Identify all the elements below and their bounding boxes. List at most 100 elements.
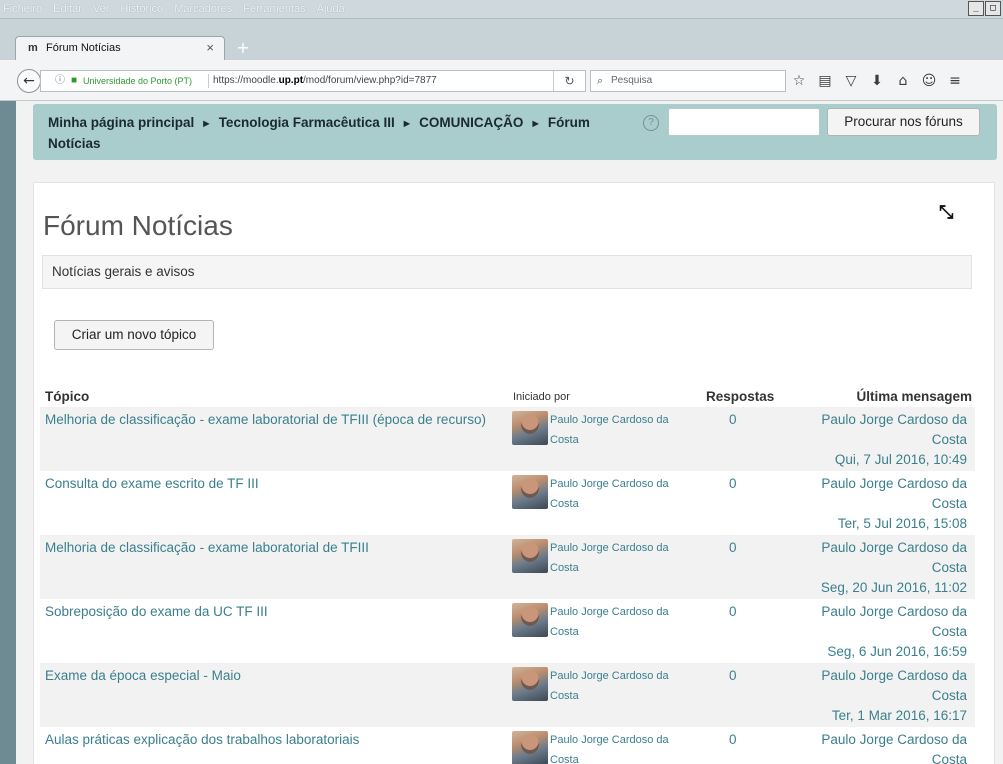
replies-count[interactable]: 0 — [729, 410, 737, 430]
hello-chat-icon[interactable]: ☺ — [916, 70, 942, 92]
topic-link[interactable]: Exame da época especial - Maio — [45, 666, 495, 686]
last-post-author-line2[interactable]: Costa — [932, 752, 967, 764]
breadcrumb-course[interactable]: Tecnologia Farmacêutica III — [219, 115, 395, 130]
avatar[interactable] — [512, 603, 548, 637]
breadcrumb-separator: ► — [401, 118, 413, 130]
author-link[interactable]: Paulo Jorge Cardoso da Costa — [550, 666, 690, 706]
maximize-icon[interactable]: □ — [985, 1, 1001, 16]
menu-ajuda[interactable]: Ajuda — [317, 3, 345, 15]
back-arrow-icon[interactable]: ← — [17, 69, 41, 93]
menu-ver[interactable]: Ver — [93, 3, 110, 15]
last-post-author-line1[interactable]: Paulo Jorge Cardoso da — [821, 668, 967, 683]
url-text[interactable]: https://moodle.up.pt/mod/forum/view.php?… — [213, 71, 437, 91]
table-row: Exame da época especial - Maio Paulo Jor… — [40, 663, 975, 727]
browser-search-field[interactable]: ⌕ Pesquisa — [590, 70, 786, 92]
menu-historico[interactable]: Histórico — [120, 3, 163, 15]
lock-icon: ■ — [71, 75, 78, 86]
table-row: Sobreposição do exame da UC TF III Paulo… — [40, 599, 975, 663]
last-post-author-line1[interactable]: Paulo Jorge Cardoso da — [821, 412, 967, 427]
replies-count[interactable]: 0 — [729, 730, 737, 750]
pocket-icon[interactable]: ▽ — [838, 70, 864, 92]
author-link[interactable]: Paulo Jorge Cardoso da Costa — [550, 538, 690, 578]
last-post: Paulo Jorge Cardoso da Costa Seg, 6 Jun 20… — [792, 602, 967, 662]
column-started-by: Iniciado por — [513, 391, 570, 403]
table-row: Aulas práticas explicação dos trabalhos … — [40, 727, 975, 764]
last-post-date[interactable]: Seg, 20 Jun 2016, 11:02 — [821, 580, 967, 595]
last-post-author-line2[interactable]: Costa — [932, 496, 967, 511]
page-content: Minha página principal ► Tecnologia Farm… — [16, 101, 1003, 764]
topic-link[interactable]: Melhoria de classificação - exame labora… — [45, 410, 495, 430]
site-identity[interactable]: Universidade do Porto (PT) — [83, 71, 192, 91]
tab-title: Fórum Notícias — [46, 42, 121, 54]
last-post-date[interactable]: Ter, 5 Jul 2016, 15:08 — [838, 516, 967, 531]
author-link[interactable]: Paulo Jorge Cardoso da Costa — [550, 474, 690, 514]
navigation-bar: ← ⓘ ■ Universidade do Porto (PT) https:/… — [0, 60, 1003, 101]
breadcrumb-section[interactable]: COMUNICAÇÃO — [419, 115, 523, 130]
menu-list: Ficheiro Editar Ver Histórico Marcadores… — [3, 3, 345, 15]
replies-count[interactable]: 0 — [729, 602, 737, 622]
column-last-post: Última mensagem — [856, 389, 972, 404]
reload-icon[interactable]: ↻ — [553, 71, 585, 91]
home-icon[interactable]: ⌂ — [890, 70, 916, 92]
forum-search-input[interactable] — [668, 108, 820, 136]
author-link[interactable]: Paulo Jorge Cardoso da Costa — [550, 602, 690, 642]
url-prefix: https://moodle. — [213, 75, 279, 86]
minimize-icon[interactable]: _ — [968, 1, 984, 16]
bookmark-star-icon[interactable]: ☆ — [786, 70, 812, 92]
help-icon[interactable]: ? — [643, 115, 659, 131]
column-topic: Tópico — [45, 389, 90, 404]
menu-editar[interactable]: Editar — [53, 3, 82, 15]
last-post-author-line2[interactable]: Costa — [932, 624, 967, 639]
menu-ferramentas[interactable]: Ferramentas — [243, 3, 305, 15]
new-topic-button[interactable]: Criar um novo tópico — [54, 320, 214, 350]
avatar[interactable] — [512, 667, 548, 701]
avatar[interactable] — [512, 539, 548, 573]
menu-bar: Ficheiro Editar Ver Histórico Marcadores… — [0, 0, 1003, 19]
tab-forum-noticias[interactable]: m Fórum Notícias × — [15, 36, 225, 60]
avatar[interactable] — [512, 475, 548, 509]
replies-count[interactable]: 0 — [729, 474, 737, 494]
topic-link[interactable]: Melhoria de classificação - exame labora… — [45, 538, 495, 558]
replies-count[interactable]: 0 — [729, 538, 737, 558]
menu-ficheiro[interactable]: Ficheiro — [3, 3, 42, 15]
moodle-favicon-icon: m — [28, 42, 38, 54]
search-placeholder: Pesquisa — [611, 75, 653, 86]
topic-link[interactable]: Sobreposição do exame da UC TF III — [45, 602, 495, 622]
topic-link[interactable]: Aulas práticas explicação dos trabalhos … — [45, 730, 495, 750]
column-replies: Respostas — [706, 389, 775, 404]
replies-count[interactable]: 0 — [729, 666, 737, 686]
last-post-date[interactable]: Seg, 6 Jun 2016, 16:59 — [827, 644, 967, 659]
reading-list-icon[interactable]: ▤ — [812, 70, 838, 92]
last-post-author-line1[interactable]: Paulo Jorge Cardoso da — [821, 732, 967, 747]
last-post-author-line1[interactable]: Paulo Jorge Cardoso da — [821, 476, 967, 491]
last-post-author-line1[interactable]: Paulo Jorge Cardoso da — [821, 540, 967, 555]
menu-marcadores[interactable]: Marcadores — [174, 3, 232, 15]
last-post-author-line2[interactable]: Costa — [932, 560, 967, 575]
url-separator — [208, 74, 209, 88]
url-bar[interactable]: ⓘ ■ Universidade do Porto (PT) https://m… — [40, 70, 586, 92]
close-tab-icon[interactable]: × — [206, 40, 214, 55]
breadcrumb-home[interactable]: Minha página principal — [48, 115, 194, 130]
hamburger-menu-icon[interactable]: ≡ — [942, 70, 968, 92]
topic-link[interactable]: Consulta do exame escrito de TF III — [45, 474, 495, 494]
download-icon[interactable]: ⬇ — [864, 70, 890, 92]
table-header: Tópico Iniciado por Respostas Última men… — [34, 387, 996, 409]
avatar[interactable] — [512, 731, 548, 764]
last-post-date[interactable]: Qui, 7 Jul 2016, 10:49 — [835, 452, 967, 467]
collapse-icon[interactable]: ⤡ — [939, 204, 953, 222]
last-post: Paulo Jorge Cardoso da Costa Qui, 7 Jul 20… — [792, 410, 967, 470]
tab-bar: m Fórum Notícias × + — [0, 19, 1003, 60]
avatar[interactable] — [512, 411, 548, 445]
url-path: /mod/forum/view.php?id=7877 — [303, 75, 437, 86]
author-link[interactable]: Paulo Jorge Cardoso da Costa — [550, 410, 690, 450]
window-controls: _ □ — [968, 1, 1001, 16]
author-link[interactable]: Paulo Jorge Cardoso da Costa — [550, 730, 690, 764]
last-post-author-line1[interactable]: Paulo Jorge Cardoso da — [821, 604, 967, 619]
url-domain: up.pt — [278, 75, 304, 86]
info-icon[interactable]: ⓘ — [55, 71, 65, 91]
search-forums-button[interactable]: Procurar nos fóruns — [827, 108, 980, 136]
last-post-author-line2[interactable]: Costa — [932, 432, 967, 447]
last-post-author-line2[interactable]: Costa — [932, 688, 967, 703]
new-tab-icon[interactable]: + — [234, 39, 252, 57]
last-post-date[interactable]: Ter, 1 Mar 2016, 16:17 — [832, 708, 967, 723]
